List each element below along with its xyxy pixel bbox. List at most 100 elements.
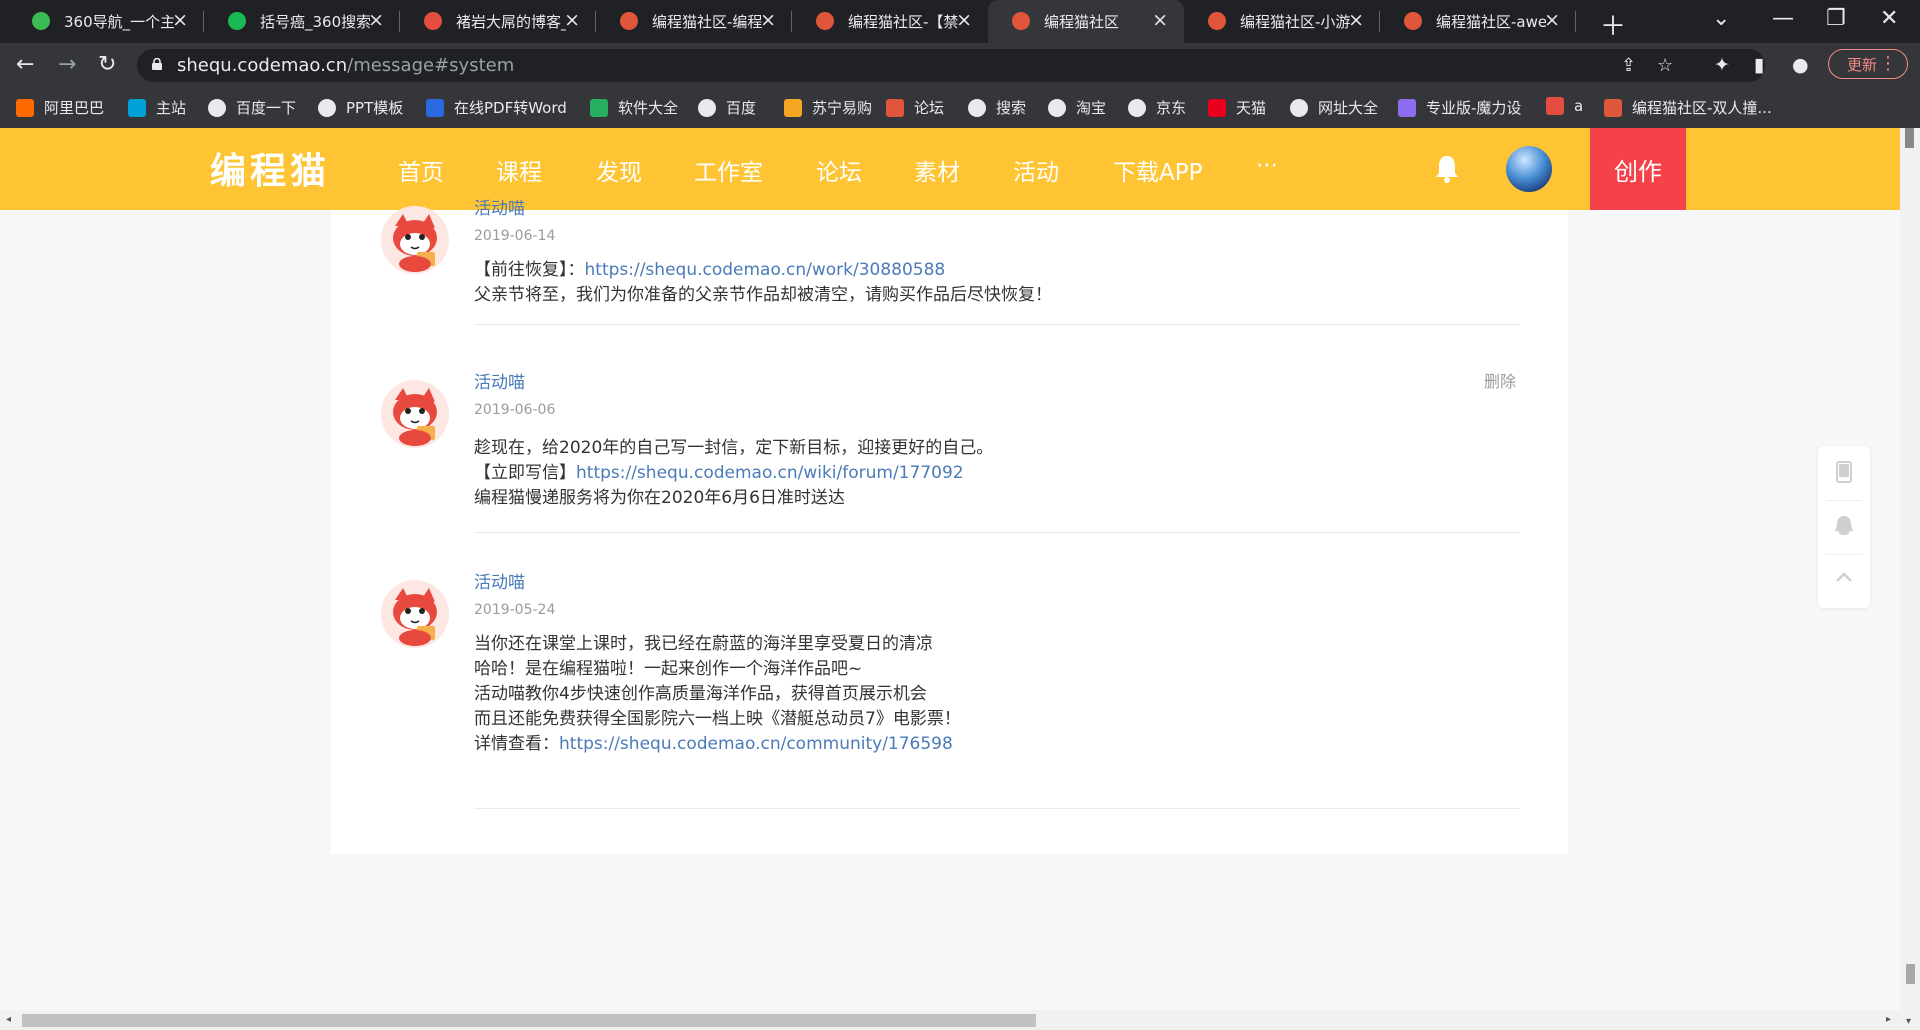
message-divider — [474, 808, 1520, 809]
sender-name[interactable]: 活动喵 — [474, 568, 525, 593]
nav-link[interactable]: 活动 — [1013, 153, 1059, 187]
browser-tab[interactable]: 编程猫社区-编程 × — [596, 0, 792, 43]
bookmark-item[interactable]: 在线PDF转Word — [426, 97, 567, 118]
nav-link[interactable]: 课程 — [496, 153, 542, 187]
update-button[interactable]: 更新 ⋮ — [1828, 49, 1908, 79]
nav-link[interactable]: 工作室 — [694, 153, 763, 187]
back-to-top-icon[interactable] — [1832, 566, 1856, 590]
scroll-left-arrow-icon[interactable]: ◂ — [6, 1014, 11, 1025]
bookmark-item[interactable]: 阿里巴巴 — [16, 97, 104, 118]
create-button[interactable]: 创作 — [1590, 128, 1686, 210]
scroll-right-arrow-icon[interactable]: ▸ — [1886, 1014, 1891, 1025]
vertical-scroll-thumb[interactable] — [1906, 964, 1915, 984]
bookmark-favicon-icon — [208, 99, 226, 117]
share-icon[interactable]: ⇪ — [1621, 55, 1636, 76]
message-text: 父亲节将至，我们为你准备的父亲节作品却被清空，请购买作品后尽快恢复！ — [474, 285, 1052, 305]
message-link[interactable]: https://shequ.codemao.cn/community/17659… — [559, 734, 953, 754]
bookmark-item[interactable]: 百度一下 — [208, 97, 296, 118]
bookmark-item[interactable]: 专业版-魔力设 — [1398, 97, 1521, 118]
restore-icon[interactable]: ❐ — [1826, 6, 1846, 31]
nav-link[interactable]: 首页 — [398, 153, 444, 187]
bookmark-item[interactable]: 软件大全 — [590, 97, 678, 118]
browser-tab[interactable]: 编程猫社区-小游 × — [1184, 0, 1380, 43]
bookmark-favicon-icon — [426, 99, 444, 117]
message-body: 【前往恢复】：https://shequ.codemao.cn/work/308… — [474, 258, 1052, 308]
sender-avatar[interactable] — [381, 380, 449, 448]
minimize-icon[interactable]: — — [1772, 6, 1794, 31]
bell-icon[interactable] — [1434, 154, 1460, 184]
tab-close-icon[interactable]: × — [1348, 9, 1364, 31]
browser-toolbar: ← → ↻ shequ.codemao.cn/message#system ⇪ … — [0, 43, 1920, 87]
bookmark-label: 搜索 — [996, 99, 1027, 117]
browser-tab[interactable]: 编程猫社区-【禁 × — [792, 0, 988, 43]
scroll-down-arrow-icon[interactable]: ▾ — [1906, 1016, 1911, 1027]
bookmark-favicon-icon — [698, 99, 716, 117]
browser-tab[interactable]: 褚岩大屌的博客_C× — [400, 0, 596, 43]
bookmark-favicon-icon — [1208, 99, 1226, 117]
browser-tab[interactable]: 编程猫社区 × — [988, 0, 1184, 43]
nav-link[interactable]: 发现 — [596, 153, 642, 187]
bookmark-item[interactable]: 淘宝 — [1048, 97, 1106, 118]
tab-close-icon[interactable]: × — [956, 9, 972, 31]
horizontal-scrollbar[interactable]: ◂ ▸ — [0, 1010, 1900, 1030]
bookmark-item[interactable]: 网址大全 — [1290, 97, 1378, 118]
back-icon[interactable]: ← — [16, 52, 34, 77]
tab-close-icon[interactable]: × — [368, 9, 384, 31]
vertical-scrollbar[interactable]: ▾ — [1900, 128, 1920, 1030]
bookmark-item[interactable]: a — [1546, 97, 1583, 115]
extensions-puzzle-icon[interactable]: ✦ — [1714, 54, 1730, 76]
phone-icon[interactable] — [1832, 460, 1856, 484]
tab-title: 编程猫社区-awei — [1436, 13, 1546, 31]
close-window-icon[interactable]: ✕ — [1880, 6, 1898, 31]
bookmark-label: 在线PDF转Word — [454, 99, 567, 117]
reload-icon[interactable]: ↻ — [98, 52, 116, 77]
message-link[interactable]: https://shequ.codemao.cn/wiki/forum/1770… — [576, 463, 964, 483]
tab-separator — [1575, 11, 1576, 32]
bookmark-item[interactable]: 编程猫社区-双人撞... — [1604, 97, 1772, 118]
bookmark-item[interactable]: 天猫 — [1208, 97, 1266, 118]
sender-avatar[interactable] — [381, 580, 449, 648]
user-avatar[interactable] — [1506, 146, 1552, 192]
tab-strip: 360导航_一个主页×括号癌_360搜索×褚岩大屌的博客_C×编程猫社区-编程×… — [0, 0, 1920, 43]
bookmark-item[interactable]: 苏宁易购 — [784, 97, 872, 118]
menu-dots-icon[interactable]: ⋮ — [1879, 53, 1897, 74]
nav-link[interactable]: 下载APP — [1113, 153, 1202, 187]
sender-avatar[interactable] — [381, 206, 449, 274]
tab-close-icon[interactable]: × — [760, 9, 776, 31]
message-text: 趁现在，给2020年的自己写一封信，定下新目标，迎接更好的自己。 — [474, 438, 994, 458]
nav-link[interactable]: ··· — [1256, 153, 1278, 179]
message-date: 2019-06-14 — [474, 228, 556, 244]
bookmark-item[interactable]: 百度 — [698, 97, 756, 118]
qq-icon[interactable] — [1832, 514, 1856, 538]
tab-close-icon[interactable]: × — [172, 9, 188, 31]
browser-tab[interactable]: 编程猫社区-awei × — [1380, 0, 1576, 43]
bookmarks-bar: 阿里巴巴 主站 百度一下 PPT模板 在线PDF转Word 软件大全 百度 苏宁易购 论坛 搜索 淘… — [0, 87, 1920, 128]
message-link[interactable]: https://shequ.codemao.cn/work/30880588 — [585, 260, 946, 280]
bookmark-item[interactable]: 论坛 — [886, 97, 944, 118]
tab-close-icon[interactable]: × — [564, 9, 580, 31]
forward-icon[interactable]: → — [58, 52, 76, 77]
new-tab-button[interactable]: ＋ — [1600, 6, 1626, 43]
bookmark-item[interactable]: 京东 — [1128, 97, 1186, 118]
sender-name[interactable]: 活动喵 — [474, 194, 525, 219]
bookmark-star-icon[interactable]: ☆ — [1657, 55, 1673, 76]
bookmark-favicon-icon — [784, 99, 802, 117]
bookmark-item[interactable]: PPT模板 — [318, 97, 403, 118]
bookmark-item[interactable]: 搜索 — [968, 97, 1026, 118]
profile-icon[interactable]: ● — [1792, 54, 1809, 76]
tab-search-chevron-icon[interactable]: ⌄ — [1712, 6, 1730, 31]
nav-link[interactable]: 论坛 — [816, 153, 862, 187]
tab-close-icon[interactable]: × — [1544, 9, 1560, 31]
sender-name[interactable]: 活动喵 — [474, 368, 525, 393]
address-bar[interactable]: shequ.codemao.cn/message#system ⇪ ☆ — [137, 49, 1765, 82]
side-panel-icon[interactable]: ▮ — [1754, 54, 1764, 76]
browser-tab[interactable]: 360导航_一个主页× — [8, 0, 204, 43]
site-logo[interactable]: 编程猫 — [210, 142, 330, 194]
horizontal-scroll-thumb[interactable] — [22, 1014, 1036, 1027]
tab-favicon-icon — [1404, 12, 1422, 30]
browser-tab[interactable]: 括号癌_360搜索 × — [204, 0, 400, 43]
nav-link[interactable]: 素材 — [914, 153, 960, 187]
bookmark-item[interactable]: 主站 — [128, 97, 186, 118]
delete-button[interactable]: 删除 — [1484, 368, 1516, 392]
tab-close-icon[interactable]: × — [1152, 9, 1168, 31]
